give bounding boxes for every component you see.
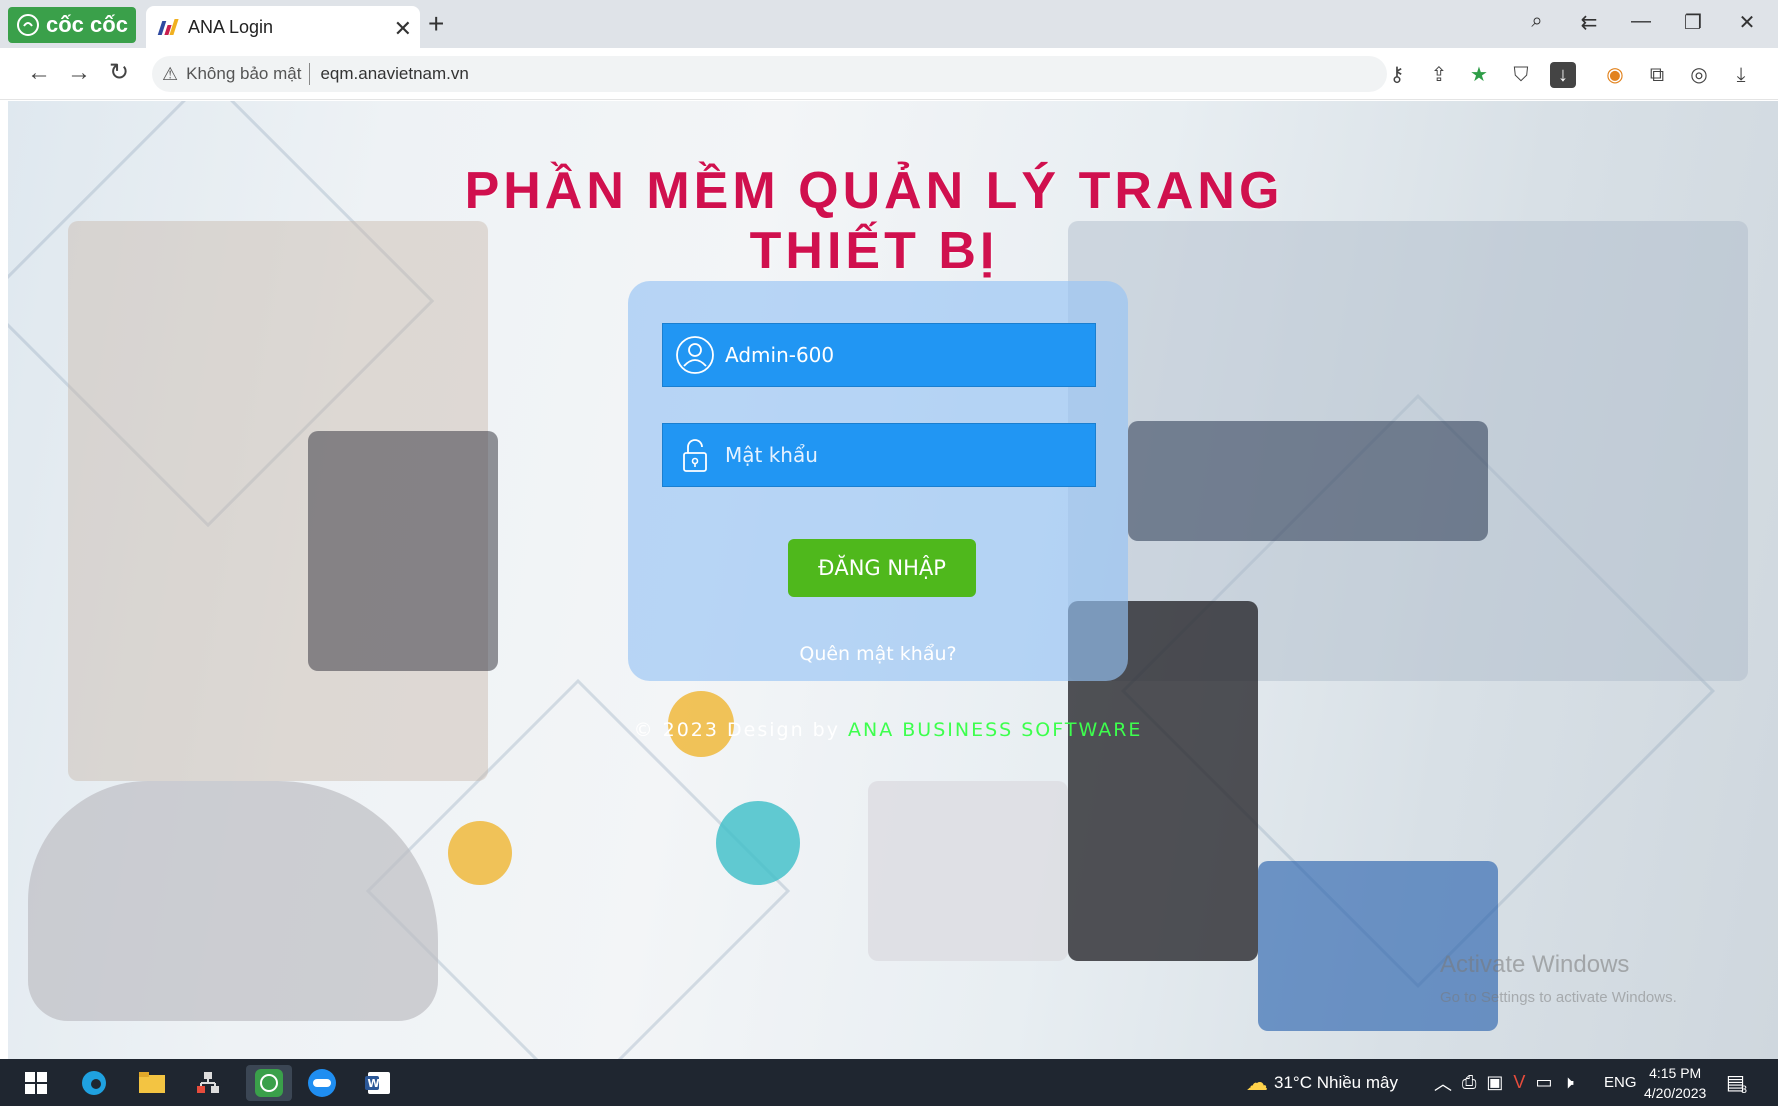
volume-muted-icon[interactable]: 🕨 [1562,1072,1573,1093]
warning-icon[interactable]: ⚠ [162,64,178,85]
lock-icon [683,439,707,472]
show-hidden-icons-chevron-icon[interactable]: ︿ [1434,1070,1452,1096]
start-button[interactable] [18,1065,54,1101]
password-field[interactable] [662,423,1096,487]
word-icon[interactable]: W [360,1065,396,1101]
back-button[interactable]: ← [24,58,54,88]
activate-windows-title: Activate Windows [1440,951,1630,978]
username-input[interactable] [725,343,1085,367]
page-title: PHẦN MỀM QUẢN LÝ TRANG THIẾT BỊ [464,162,1284,280]
calculator-image [308,431,498,671]
password-input[interactable] [725,443,1085,467]
coccoc-menu-button[interactable]: cốc cốc [8,7,136,43]
reload-button[interactable]: ↻ [104,58,134,88]
copyright-text: © 2023 Design by [633,719,840,741]
url-text[interactable]: eqm.anavietnam.vn [320,64,468,84]
screen-search-icon[interactable]: ⌕ [1522,10,1552,33]
username-field[interactable] [662,323,1096,387]
extensions-puzzle-icon[interactable]: ⧉ [1644,62,1670,88]
download-extension-icon[interactable]: ↓ [1550,62,1576,88]
login-page: PHẦN MỀM QUẢN LÝ TRANG THIẾT BỊ ĐĂNG NHẬ… [8,101,1778,1059]
network-icon[interactable]: ▭ [1535,1072,1552,1093]
operating-table-image [1128,421,1488,541]
tab-search-icon[interactable]: ⇇ [1574,10,1604,35]
login-form: ĐĂNG NHẬP Quên mật khẩu? [628,281,1128,681]
cloud-weather-icon: ☁ [1246,1069,1268,1095]
copyright-footer: © 2023 Design by ANA BUSINESS SOFTWARE [568,719,1208,741]
coccoc-taskbar-icon[interactable] [246,1065,292,1101]
printer-image [868,781,1068,961]
close-tab-icon[interactable]: ✕ [394,16,412,42]
brand-label: cốc cốc [46,12,128,37]
activate-windows-subtitle: Go to Settings to activate Windows. [1440,989,1677,1006]
downloads-icon[interactable]: ⤓ [1728,62,1754,88]
coccoc-logo-icon [17,14,39,36]
edge-icon[interactable] [76,1065,112,1101]
omnibox-divider [309,63,311,85]
forward-button[interactable]: → [64,58,94,88]
notification-center-button[interactable]: ▤ 3 [1726,1059,1747,1106]
site-favicon-icon [157,19,179,35]
address-bar[interactable]: ⚠ Không bảo mật eqm.anavietnam.vn [152,56,1387,92]
zalo-icon[interactable] [304,1065,340,1101]
security-label[interactable]: Không bảo mật [186,64,301,84]
user-icon [676,336,714,374]
adblock-shield-icon[interactable]: ⛉ [1508,62,1534,88]
app-tray-icon[interactable]: ▣ [1486,1072,1503,1093]
coccoc-extension-icon[interactable]: ◉ [1602,62,1628,88]
login-button[interactable]: ĐĂNG NHẬP [788,539,976,597]
clock[interactable]: 4:15 PM 4/20/2023 [1644,1059,1706,1106]
new-tab-button[interactable]: + [428,8,444,40]
cart-circle-image [448,821,512,885]
restore-button[interactable]: ❐ [1678,10,1708,35]
windows-logo-icon [25,1072,47,1094]
bookmark-star-icon[interactable]: ★ [1466,62,1492,88]
key-icon[interactable]: ⚷ [1384,62,1410,88]
tab-strip: cốc cốc ANA Login ✕ + ⌕ ⇇ — ❐ ✕ [0,0,1778,48]
tab-ana-login[interactable]: ANA Login ✕ [146,6,420,48]
antivirus-icon[interactable]: V [1513,1072,1525,1093]
clock-date: 4/20/2023 [1644,1084,1707,1101]
company-link[interactable]: ANA BUSINESS SOFTWARE [848,719,1142,741]
file-explorer-icon[interactable] [134,1065,170,1101]
mail-circle-image [716,801,800,885]
usb-icon[interactable]: ⎙ [1462,1072,1476,1093]
network-app-icon[interactable] [190,1065,226,1101]
profile-icon[interactable]: ◎ [1686,62,1712,88]
weather-text: 31°C Nhiều mây [1274,1072,1398,1092]
minimize-button[interactable]: — [1626,10,1656,33]
share-icon[interactable]: ⇪ [1426,62,1452,88]
clock-time: 4:15 PM [1649,1064,1702,1081]
windows-taskbar: W ☁ 31°C Nhiều mây ︿ ⎙ ▣ V ▭ 🕨 ENG 4:15 … [0,1059,1778,1106]
svg-text:W: W [368,1077,380,1090]
address-toolbar: ← → ↻ ⚠ Không bảo mật eqm.anavietnam.vn … [0,48,1778,100]
language-indicator[interactable]: ENG [1604,1059,1637,1106]
notification-count: 3 [1740,1083,1748,1096]
car-image [28,781,438,1021]
tab-title: ANA Login [188,16,274,37]
weather-widget[interactable]: ☁ 31°C Nhiều mây [1246,1059,1398,1106]
system-tray-icons: ︿ ⎙ ▣ V ▭ 🕨 [1434,1059,1574,1106]
close-window-button[interactable]: ✕ [1732,10,1762,35]
forgot-password-link[interactable]: Quên mật khẩu? [628,643,1128,665]
